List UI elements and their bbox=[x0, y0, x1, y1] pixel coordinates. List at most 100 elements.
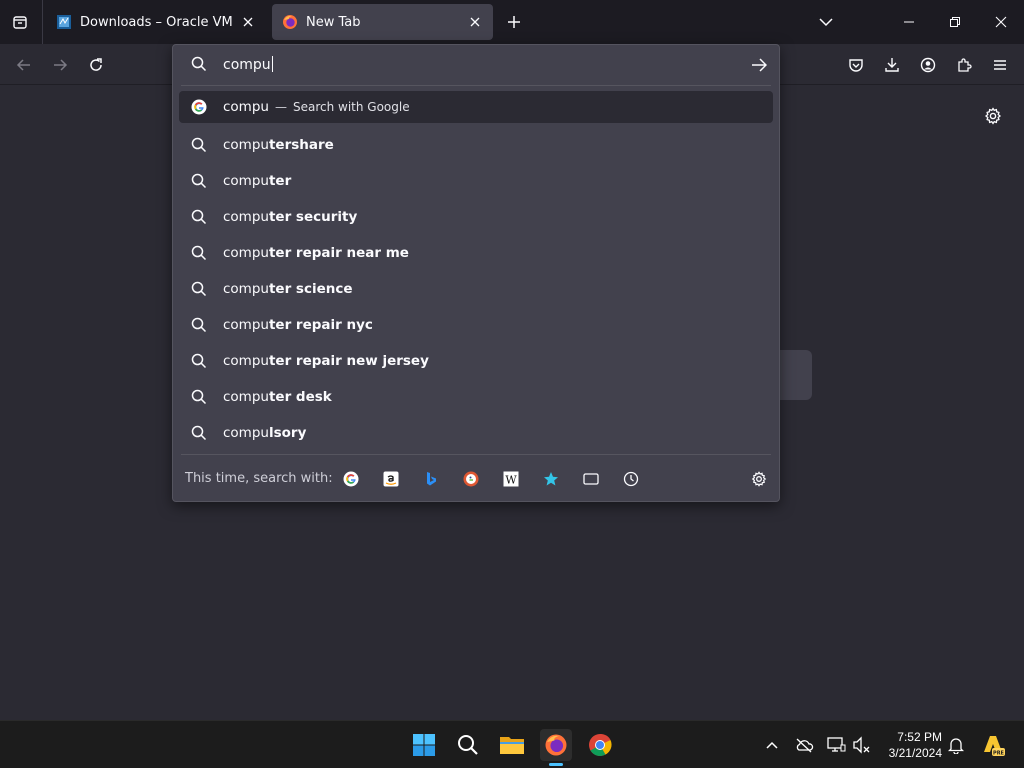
restore-button[interactable] bbox=[932, 0, 978, 44]
file-explorer-button[interactable] bbox=[496, 729, 528, 761]
suggestion-completion: ter security bbox=[268, 209, 358, 225]
tab-new-tab[interactable]: New Tab bbox=[272, 4, 493, 40]
network-tray-button[interactable] bbox=[826, 735, 846, 755]
search-icon bbox=[458, 735, 478, 755]
bell-icon bbox=[948, 738, 964, 754]
svg-text:PRE: PRE bbox=[993, 751, 1005, 757]
download-icon bbox=[885, 58, 899, 72]
reload-button[interactable] bbox=[83, 52, 109, 78]
firefox-icon bbox=[283, 15, 297, 29]
taskbar-search-button[interactable] bbox=[452, 729, 484, 761]
bing-engine-button[interactable] bbox=[421, 469, 441, 489]
minimize-icon bbox=[904, 21, 914, 23]
volume-tray-button[interactable] bbox=[852, 735, 872, 755]
suggestion-typed: compu bbox=[223, 353, 269, 369]
history-engine-button[interactable] bbox=[621, 469, 641, 489]
urlbar-input[interactable]: compu bbox=[173, 45, 779, 85]
suggestion-completion: ter repair near me bbox=[268, 245, 409, 261]
history-icon bbox=[623, 471, 639, 487]
suggestion-typed: compu bbox=[223, 389, 269, 405]
close-tab-button[interactable] bbox=[467, 14, 483, 30]
google-engine-button[interactable] bbox=[341, 469, 361, 489]
duckduckgo-engine-button[interactable] bbox=[461, 469, 481, 489]
gear-icon bbox=[751, 471, 767, 487]
search-suggestion[interactable]: compu lsory bbox=[179, 415, 773, 451]
chevron-down-icon bbox=[819, 18, 833, 27]
wikipedia-engine-button[interactable]: W bbox=[501, 469, 521, 489]
downloads-button[interactable] bbox=[879, 52, 905, 78]
chevron-up-icon bbox=[766, 741, 778, 749]
firefox-taskbar-button[interactable] bbox=[540, 729, 572, 761]
search-suggestion[interactable]: compu ter desk bbox=[179, 379, 773, 415]
tab-virtualbox[interactable]: Downloads – Oracle VM VirtualBox bbox=[46, 4, 266, 40]
search-suggestion[interactable]: compu ter security bbox=[179, 199, 773, 235]
result-action: Search with Google bbox=[292, 100, 410, 114]
system-clock[interactable]: 7:52 PM 3/21/2024 bbox=[878, 729, 942, 761]
suggestion-typed: compu bbox=[223, 317, 269, 333]
hamburger-menu-icon bbox=[994, 60, 1006, 70]
firefox-view-button[interactable] bbox=[8, 10, 32, 34]
tab-strip: Downloads – Oracle VM VirtualBox New Tab bbox=[0, 0, 1024, 44]
pocket-button[interactable] bbox=[843, 52, 869, 78]
app-menu-button[interactable] bbox=[987, 52, 1013, 78]
search-suggestion[interactable]: compu ter bbox=[179, 163, 773, 199]
search-settings-button[interactable] bbox=[749, 469, 769, 489]
amazon-engine-button[interactable] bbox=[381, 469, 401, 489]
show-hidden-icons-button[interactable] bbox=[762, 735, 782, 755]
go-button[interactable] bbox=[747, 55, 771, 75]
arrow-right-icon bbox=[54, 59, 68, 71]
close-window-button[interactable] bbox=[978, 0, 1024, 44]
start-button[interactable] bbox=[408, 729, 440, 761]
search-icon bbox=[191, 425, 207, 441]
tab-title: New Tab bbox=[306, 14, 361, 30]
wikipedia-icon: W bbox=[503, 471, 519, 487]
back-button[interactable] bbox=[11, 52, 37, 78]
firefox-view-icon bbox=[13, 16, 27, 29]
search-suggestion[interactable]: compu ter repair near me bbox=[179, 235, 773, 271]
search-icon bbox=[191, 317, 207, 333]
folder-icon bbox=[500, 737, 524, 754]
search-suggestion[interactable]: compu ter science bbox=[179, 271, 773, 307]
search-suggestion[interactable]: compu ter repair new jersey bbox=[179, 343, 773, 379]
close-icon bbox=[470, 17, 480, 27]
divider bbox=[181, 454, 771, 455]
search-icon bbox=[191, 56, 207, 72]
chrome-icon bbox=[589, 733, 612, 756]
newtab-settings-button[interactable] bbox=[982, 105, 1004, 127]
chrome-taskbar-button[interactable] bbox=[584, 729, 616, 761]
list-all-tabs-button[interactable] bbox=[814, 10, 838, 34]
notifications-button[interactable] bbox=[946, 735, 966, 755]
new-tab-button[interactable] bbox=[502, 10, 526, 34]
forward-button[interactable] bbox=[47, 52, 73, 78]
search-suggestion[interactable]: compu tershare bbox=[179, 127, 773, 163]
divider bbox=[181, 85, 771, 86]
duckduckgo-icon bbox=[463, 471, 479, 487]
windows-taskbar: 7:52 PM 3/21/2024 PRE bbox=[0, 720, 1024, 768]
pocket-icon bbox=[849, 59, 863, 72]
copilot-preview-button[interactable]: PRE bbox=[980, 732, 1006, 758]
bookmarks-engine-button[interactable] bbox=[541, 469, 561, 489]
minimize-button[interactable] bbox=[886, 0, 932, 44]
volume-muted-icon bbox=[853, 736, 870, 754]
search-icon bbox=[191, 209, 207, 225]
gear-icon bbox=[984, 107, 1002, 125]
suggestion-typed: compu bbox=[223, 209, 269, 225]
result-search-with-google[interactable]: compu — Search with Google bbox=[179, 91, 773, 123]
suggestion-typed: compu bbox=[223, 137, 269, 153]
cloud-offline-icon bbox=[796, 738, 814, 753]
tabs-engine-button[interactable] bbox=[581, 469, 601, 489]
search-suggestion[interactable]: compu ter repair nyc bbox=[179, 307, 773, 343]
close-tab-button[interactable] bbox=[240, 14, 256, 30]
account-icon bbox=[920, 57, 936, 73]
plus-icon bbox=[508, 16, 520, 28]
search-icon bbox=[191, 173, 207, 189]
urlbar-text[interactable]: compu bbox=[223, 56, 273, 73]
amazon-icon bbox=[383, 471, 399, 487]
network-icon bbox=[827, 737, 846, 752]
suggestion-completion: ter desk bbox=[268, 389, 332, 405]
account-button[interactable] bbox=[915, 52, 941, 78]
copilot-icon: PRE bbox=[984, 736, 1005, 757]
onedrive-tray-button[interactable] bbox=[794, 735, 814, 755]
extensions-button[interactable] bbox=[951, 52, 977, 78]
result-separator: — bbox=[274, 100, 287, 114]
